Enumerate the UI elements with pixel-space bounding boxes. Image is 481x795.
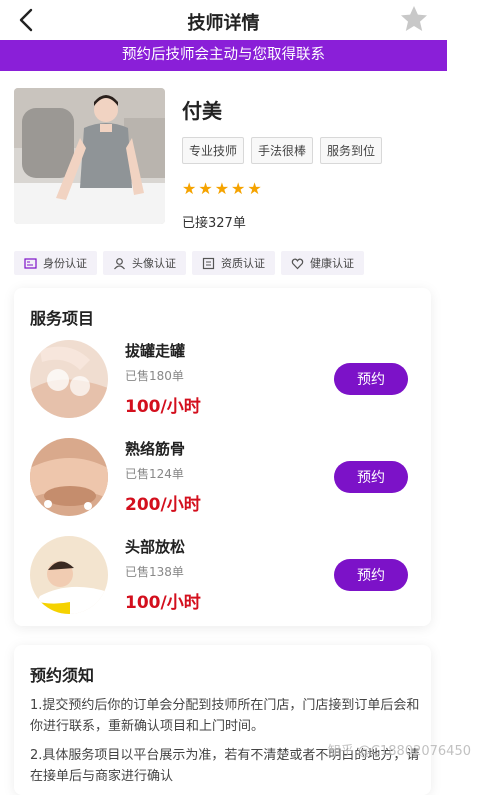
cert-label: 健康认证 xyxy=(310,257,354,270)
cert-label: 身份认证 xyxy=(43,257,87,270)
id-card-icon xyxy=(24,257,37,269)
services-title: 服务项目 xyxy=(30,309,95,328)
service-price: 100/小时 xyxy=(125,397,201,417)
service-item: 熟络筋骨 已售124单 200/小时 预约 xyxy=(30,438,420,528)
cert-health: 健康认证 xyxy=(281,251,364,275)
top-bar: 技师详情 xyxy=(0,0,447,40)
technician-photo xyxy=(14,88,165,224)
service-thumbnail xyxy=(30,438,108,516)
technician-name: 付美 xyxy=(182,99,222,123)
cert-label: 头像认证 xyxy=(132,257,176,270)
service-price: 100/小时 xyxy=(125,593,201,613)
cert-avatar: 头像认证 xyxy=(103,251,186,275)
tag-list: 专业技师 手法很棒 服务到位 xyxy=(182,137,383,164)
notice-paragraph: 1.提交预约后你的订单会分配到技师所在门店，门店接到订单后会和你进行联系，重新确… xyxy=(30,698,420,734)
watermark: 知乎 @C18802076450 xyxy=(327,744,471,759)
book-button[interactable]: 预约 xyxy=(334,363,408,395)
certification-bar: 身份认证 头像认证 资质认证 健康认证 xyxy=(14,251,364,275)
favorite-button[interactable] xyxy=(399,4,429,34)
cert-qualification: 资质认证 xyxy=(192,251,275,275)
booking-notice-card: 预约须知 1.提交预约后你的订单会分配到技师所在门店，门店接到订单后会和你进行联… xyxy=(14,645,431,795)
star-icon: ★ xyxy=(231,179,246,198)
star-icon: ★ xyxy=(214,179,230,198)
user-icon xyxy=(114,257,125,269)
book-button[interactable]: 预约 xyxy=(334,559,408,591)
service-sold: 已售124单 xyxy=(125,467,184,481)
tag: 专业技师 xyxy=(182,137,245,164)
star-icon: ★ xyxy=(198,179,213,198)
star-icon: ★ xyxy=(247,179,262,198)
services-card: 服务项目 拔罐走罐 已售180单 100/小时 预约 熟络筋骨 已售124单 2… xyxy=(14,288,431,626)
star-icon: ★ xyxy=(182,179,197,198)
service-sold: 已售180单 xyxy=(125,369,184,383)
service-thumbnail xyxy=(30,340,108,418)
star-icon xyxy=(401,6,427,31)
service-thumbnail xyxy=(30,536,108,614)
heart-icon xyxy=(291,258,304,269)
cert-label: 资质认证 xyxy=(221,257,265,270)
notice-banner: 预约后技师会主动与您取得联系 xyxy=(0,40,447,71)
notice-title: 预约须知 xyxy=(30,666,95,685)
service-name: 头部放松 xyxy=(125,538,186,556)
tag: 服务到位 xyxy=(320,137,383,164)
page-title: 技师详情 xyxy=(187,13,260,34)
certificate-icon xyxy=(202,257,215,269)
cert-id: 身份认证 xyxy=(14,251,97,275)
service-name: 熟络筋骨 xyxy=(125,440,186,458)
order-count: 已接327单 xyxy=(182,216,246,231)
service-item: 拔罐走罐 已售180单 100/小时 预约 xyxy=(30,340,420,430)
service-name: 拔罐走罐 xyxy=(125,342,186,360)
service-item: 头部放松 已售138单 100/小时 预约 xyxy=(30,536,420,626)
service-sold: 已售138单 xyxy=(125,565,184,579)
rating-stars: ★ ★ ★ ★ ★ xyxy=(182,179,262,198)
book-button[interactable]: 预约 xyxy=(334,461,408,493)
tag: 手法很棒 xyxy=(251,137,314,164)
service-price: 200/小时 xyxy=(125,495,201,515)
